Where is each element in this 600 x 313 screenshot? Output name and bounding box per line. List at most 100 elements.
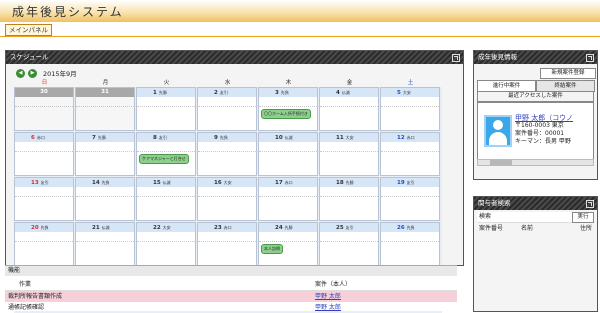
calendar-day-rokuyo: 先勝 bbox=[158, 90, 167, 95]
calendar-day-rokuyo: 大安 bbox=[345, 135, 354, 140]
tab-main-panel[interactable]: メインパネル bbox=[5, 24, 52, 36]
schedule-panel-header: スケジュール bbox=[6, 51, 463, 64]
calendar-day-cell[interactable]: 19 友引 bbox=[380, 177, 440, 221]
calendar-day-rokuyo: 大安 bbox=[162, 225, 171, 230]
calendar-day-number: 2 bbox=[214, 90, 218, 96]
calendar-day-cell[interactable]: 14 先負 bbox=[75, 177, 135, 221]
calendar-day-rokuyo: 仏滅 bbox=[341, 90, 350, 95]
case-card-scrollbar[interactable] bbox=[477, 159, 594, 166]
calendar-day-header: 15 仏滅 bbox=[137, 178, 195, 187]
search-execute-button[interactable]: 実行 bbox=[572, 212, 594, 223]
calendar-day-cell[interactable]: 15 仏滅 bbox=[136, 177, 196, 221]
column-case: 案件（本人） bbox=[315, 281, 352, 288]
maximize-icon[interactable] bbox=[452, 54, 460, 62]
dow-saturday: 土 bbox=[407, 80, 414, 86]
calendar-day-cell[interactable]: 16 大安 bbox=[197, 177, 257, 221]
scrollbar-thumb[interactable] bbox=[490, 160, 512, 165]
calendar-day-number: 3 bbox=[275, 90, 279, 96]
calendar-day-cell[interactable]: 6 赤口 bbox=[14, 132, 74, 176]
calendar-day-number: 13 bbox=[31, 180, 39, 186]
calendar-day-cell[interactable]: 21 仏滅 bbox=[75, 222, 135, 266]
calendar-day-cell[interactable]: 23 赤口 bbox=[197, 222, 257, 266]
calendar-day-header: 18 先勝 bbox=[320, 178, 378, 187]
calendar-day-cell[interactable]: 1 先勝 bbox=[136, 87, 196, 131]
calendar-day-header: 1 先勝 bbox=[137, 88, 195, 97]
calendar-day-cell[interactable]: 11 大安 bbox=[319, 132, 379, 176]
case-card[interactable]: 甲野 太郎（コウノ 〒160-0003 東京 案件番号：00001 キーマン：長… bbox=[477, 102, 594, 160]
calendar-day-cell[interactable]: 2 友引 bbox=[197, 87, 257, 131]
calendar-day-cell[interactable]: 10 仏滅 bbox=[258, 132, 318, 176]
prev-month-button[interactable]: ◀ bbox=[16, 68, 25, 78]
calendar-day-cell[interactable]: 13 友引 bbox=[14, 177, 74, 221]
next-month-button[interactable]: ▶ bbox=[28, 68, 37, 78]
calendar-day-cell[interactable]: 4 仏滅 bbox=[319, 87, 379, 131]
calendar-day-cell[interactable]: 7 先勝 bbox=[75, 132, 135, 176]
calendar-day-cell[interactable]: 31 bbox=[75, 87, 135, 131]
tab-active-cases[interactable]: 進行中案件 bbox=[477, 80, 536, 91]
calendar-day-cell[interactable]: 3 先負〇〇ホーム入所手続付き bbox=[258, 87, 318, 131]
calendar-day-number: 18 bbox=[336, 180, 344, 186]
function-row[interactable]: 通帳記帳確認 甲野 太郎 bbox=[5, 302, 457, 313]
calendar-day-rokuyo: 友引 bbox=[406, 180, 415, 185]
calendar-day-rokuyo: 友引 bbox=[158, 135, 167, 140]
calendar-day-cell[interactable]: 12 赤口 bbox=[380, 132, 440, 176]
calendar-day-header: 23 赤口 bbox=[198, 223, 256, 232]
calendar-day-rokuyo: 先負 bbox=[219, 135, 228, 140]
calendar-day-cell[interactable]: 26 先負 bbox=[380, 222, 440, 266]
function-row-task: 通帳記帳確認 bbox=[8, 304, 45, 311]
calendar-day-number: 25 bbox=[336, 225, 344, 231]
calendar-day-number: 11 bbox=[336, 135, 344, 141]
calendar-day-cell[interactable]: 24 先勝 本人訪問 bbox=[258, 222, 318, 266]
search-row: 検索 実行 bbox=[477, 212, 594, 223]
calendar-day-cell[interactable]: 8 友引ケアマネジャーと打合せ bbox=[136, 132, 196, 176]
calendar-day-cell[interactable]: 20 先負 bbox=[14, 222, 74, 266]
case-person-name-link[interactable]: 甲野 太郎（コウノ bbox=[515, 114, 573, 122]
calendar-day-header: 12 赤口 bbox=[381, 133, 439, 142]
calendar-day-number: 23 bbox=[214, 225, 222, 231]
function-panel: 機能 作業 案件（本人） 裁判所報告書類作成 甲野 太郎 通帳記帳確認 甲野 太… bbox=[5, 265, 457, 311]
calendar-day-cell[interactable]: 18 先勝 bbox=[319, 177, 379, 221]
days-of-week-header: 日 月 火 水 木 金 土 bbox=[14, 79, 442, 87]
calendar-day-cell[interactable]: 30 bbox=[14, 87, 74, 131]
calendar-day-number: 10 bbox=[275, 135, 283, 141]
calendar-day-number: 30 bbox=[40, 89, 48, 95]
calendar-day-rokuyo: 先負 bbox=[280, 90, 289, 95]
calendar-day-number: 20 bbox=[31, 225, 39, 231]
function-row-case-link[interactable]: 甲野 太郎 bbox=[315, 291, 341, 302]
maximize-icon[interactable] bbox=[586, 200, 594, 208]
function-row[interactable]: 裁判所報告書類作成 甲野 太郎 bbox=[5, 291, 457, 302]
new-case-button[interactable]: 新規案件登録 bbox=[540, 68, 596, 79]
person-avatar-icon bbox=[484, 115, 512, 147]
calendar-day-header: 4 仏滅 bbox=[320, 88, 378, 97]
calendar-day-cell[interactable]: 22 大安 bbox=[136, 222, 196, 266]
calendar-day-number: 21 bbox=[92, 225, 100, 231]
calendar-event[interactable]: 本人訪問 bbox=[261, 244, 283, 254]
calendar-day-number: 12 bbox=[397, 135, 405, 141]
calendar-day-header: 7 先勝 bbox=[76, 133, 134, 142]
calendar-day-number: 8 bbox=[153, 135, 157, 141]
calendar-day-rokuyo: 大安 bbox=[402, 90, 411, 95]
dow-sunday: 日 bbox=[41, 80, 48, 86]
calendar-day-cell[interactable]: 17 赤口 bbox=[258, 177, 318, 221]
calendar-day-rokuyo: 仏滅 bbox=[284, 135, 293, 140]
calendar-day-header: 25 友引 bbox=[320, 223, 378, 232]
function-table-header: 作業 案件（本人） bbox=[5, 279, 457, 291]
calendar-day-number: 6 bbox=[31, 135, 35, 141]
calendar-day-cell[interactable]: 5 大安 bbox=[380, 87, 440, 131]
calendar-day-header: 30 bbox=[15, 88, 73, 97]
calendar-event[interactable]: ケアマネジャーと打合せ bbox=[139, 154, 189, 164]
column-address: 住所 bbox=[579, 225, 592, 232]
calendar-day-cell[interactable]: 25 友引 bbox=[319, 222, 379, 266]
maximize-icon[interactable] bbox=[586, 54, 594, 62]
function-panel-title: 機能 bbox=[5, 266, 457, 276]
calendar-event[interactable]: 〇〇ホーム入所手続付き bbox=[261, 109, 311, 119]
calendar-day-rokuyo: 先負 bbox=[101, 180, 110, 185]
calendar-day-header: 21 仏滅 bbox=[76, 223, 134, 232]
calendar-day-cell[interactable]: 9 先負 bbox=[197, 132, 257, 176]
calendar-day-number: 24 bbox=[275, 225, 283, 231]
calendar-day-number: 22 bbox=[153, 225, 161, 231]
case-number: 案件番号：00001 bbox=[515, 130, 565, 137]
function-row-case-link[interactable]: 甲野 太郎 bbox=[315, 302, 341, 313]
calendar-day-header: 17 赤口 bbox=[259, 178, 317, 187]
calendar-day-header: 16 大安 bbox=[198, 178, 256, 187]
